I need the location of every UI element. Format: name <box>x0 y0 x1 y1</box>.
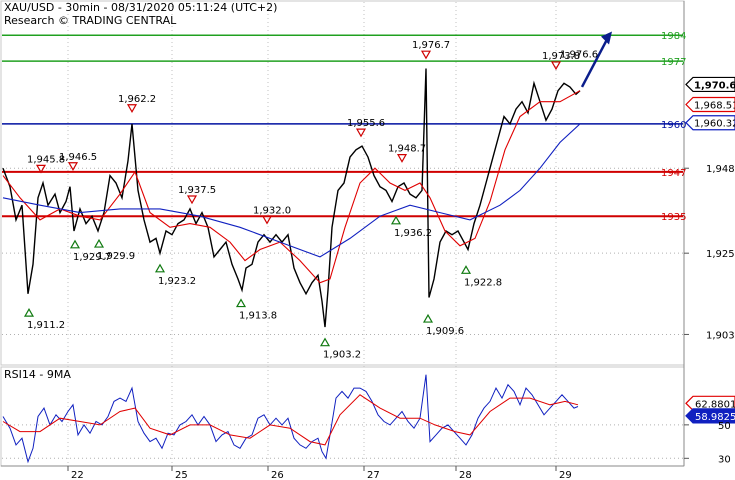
trough-label: 1,923.2 <box>158 276 196 287</box>
price-tag-label: 1,960.32 <box>694 119 735 130</box>
time-tick-label: 28 <box>459 470 472 480</box>
price-tag-label: 1,968.51 <box>694 101 735 112</box>
trough-label: 1,929.9 <box>97 251 135 262</box>
peak-label: 1,976.7 <box>412 40 450 51</box>
level-label: 1947 <box>661 168 686 179</box>
research-credit: Research © TRADING CENTRAL <box>4 14 177 27</box>
level-label: 1977 <box>661 57 686 68</box>
level-label: 1960 <box>661 120 686 131</box>
peak-label: 1,962.2 <box>118 94 156 105</box>
peak-label: 1,946.5 <box>59 152 97 163</box>
peak-label: 1,955.6 <box>347 118 385 129</box>
rsi-tick-label: 30 <box>718 454 731 465</box>
time-tick-label: 29 <box>559 470 572 480</box>
time-tick-label: 27 <box>367 470 380 480</box>
trough-label: 1,903.2 <box>323 350 361 361</box>
trough-label: 1,909.6 <box>426 326 464 337</box>
trough-label: 1,936.2 <box>394 228 432 239</box>
time-tick-label: 25 <box>175 470 188 480</box>
chart-canvas: 19841977196019471935 1,945.81,946.51,962… <box>0 0 735 480</box>
rsi-title: RSI14 - 9MA <box>4 368 71 381</box>
rsi-tick-label: 50 <box>718 421 731 432</box>
rsi-panel <box>0 366 685 467</box>
chart-title: XAU/USD - 30min - 08/31/2020 05:11:24 (U… <box>4 1 277 14</box>
trough-label: 1,922.8 <box>464 277 502 288</box>
peak-label: 1,948.7 <box>388 144 426 155</box>
peak-label: 1,932.0 <box>253 205 291 216</box>
peak-label: 1,937.5 <box>178 185 216 196</box>
price-tick-label: 1,903 <box>706 330 735 341</box>
time-tick-label: 26 <box>271 470 284 480</box>
price-tag-label: 1,970.68 <box>694 80 735 91</box>
level-label: 1984 <box>661 31 686 42</box>
price-tick-label: 1,948 <box>706 164 735 175</box>
time-tick-label: 22 <box>71 470 84 480</box>
price-tick-label: 1,925 <box>706 249 735 260</box>
peak-label: 1,976.6 <box>560 50 598 61</box>
level-label: 1935 <box>661 212 686 223</box>
trough-label: 1,911.2 <box>27 320 65 331</box>
trough-label: 1,913.8 <box>239 311 277 322</box>
